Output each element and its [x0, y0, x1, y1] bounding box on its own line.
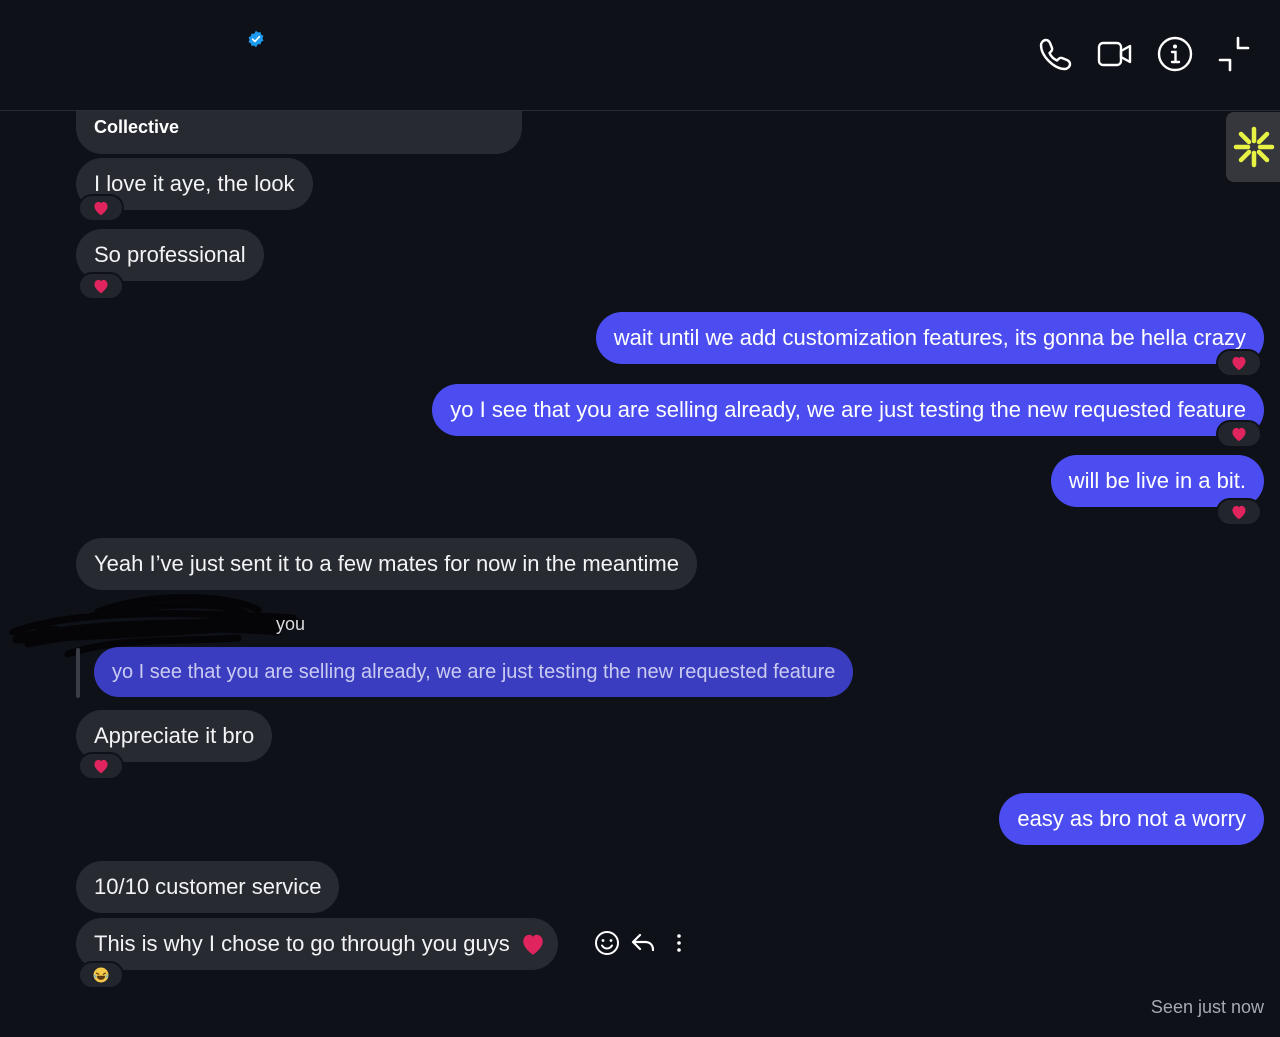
message-bubble-incoming[interactable]: This is why I chose to go through you gu… — [76, 918, 558, 970]
chat-header — [0, 0, 1280, 111]
message-bubble-incoming[interactable]: 10/10 customer service — [76, 861, 340, 913]
seen-status: Seen just now — [1150, 997, 1264, 1017]
heart-reaction[interactable] — [1216, 420, 1262, 448]
message-text: Collective — [94, 117, 180, 137]
sparkle-icon — [1233, 126, 1275, 168]
info-icon[interactable] — [1155, 34, 1195, 74]
message-text: This is why I chose to go through you gu… — [94, 931, 510, 956]
message-bubble-outgoing[interactable]: yo I see that you are selling already, w… — [432, 384, 1264, 436]
heart-reaction[interactable] — [78, 272, 124, 300]
heart-reaction[interactable] — [78, 194, 124, 222]
minimize-icon[interactable] — [1214, 34, 1254, 74]
heart-icon — [1232, 427, 1246, 442]
emoji-react-icon[interactable] — [592, 928, 622, 958]
message-bubble-outgoing[interactable]: easy as bro not a worry — [999, 793, 1264, 845]
phone-icon[interactable] — [1036, 34, 1076, 74]
quoted-message[interactable]: yo I see that you are selling already, w… — [94, 647, 854, 697]
message-thread: Collective I love it aye, the look So pr… — [0, 0, 1280, 1037]
heart-icon — [94, 279, 108, 294]
laughing-emoji-icon — [93, 967, 109, 983]
heart-emoji-icon — [523, 934, 543, 955]
message-bubble-outgoing[interactable]: wait until we add customization features… — [595, 312, 1264, 364]
reply-icon[interactable] — [628, 928, 658, 958]
video-icon[interactable] — [1095, 34, 1135, 74]
more-options-icon[interactable] — [664, 928, 694, 958]
heart-icon — [1232, 356, 1246, 371]
heart-reaction[interactable] — [1216, 349, 1262, 377]
reply-quote-bar — [76, 648, 80, 698]
reply-context-label: you — [276, 614, 306, 634]
heart-reaction[interactable] — [78, 752, 124, 780]
side-panel-tab[interactable] — [1226, 112, 1280, 182]
heart-reaction[interactable] — [1216, 498, 1262, 526]
heart-icon — [94, 201, 108, 216]
laugh-reaction[interactable] — [78, 961, 124, 989]
heart-icon — [94, 759, 108, 774]
heart-icon — [1232, 505, 1246, 520]
verified-badge-icon — [248, 30, 264, 48]
